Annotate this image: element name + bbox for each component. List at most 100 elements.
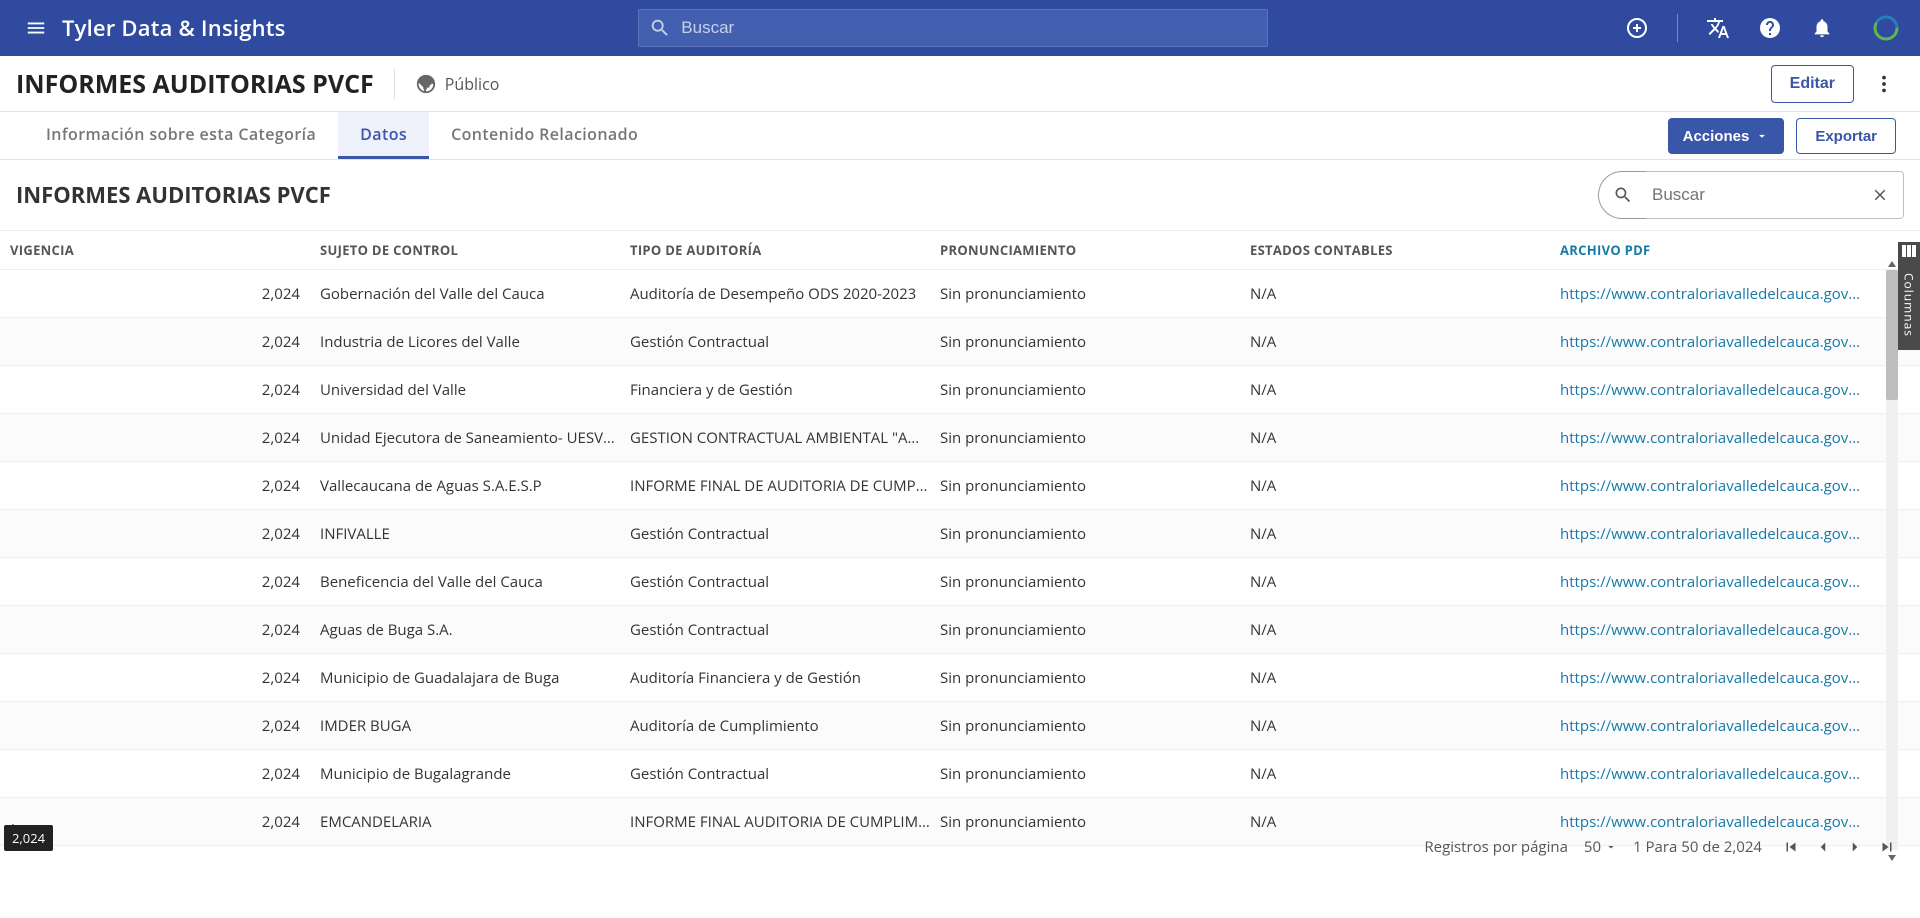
sub-title: INFORMES AUDITORIAS PVCF — [16, 180, 331, 210]
col-tipo[interactable]: TIPO DE AUDITORÍA — [630, 241, 940, 259]
col-pronunciamiento[interactable]: PRONUNCIAMIENTO — [940, 241, 1250, 259]
table-area: VIGENCIA SUJETO DE CONTROL TIPO DE AUDIT… — [0, 230, 1920, 867]
cell-archivo[interactable]: https://www.contraloriavalledelcauca.gov… — [1560, 572, 1860, 592]
cell-archivo[interactable]: https://www.contraloriavalledelcauca.gov… — [1560, 764, 1860, 784]
cell-estados: N/A — [1250, 524, 1560, 544]
cell-pronunciamiento: Sin pronunciamiento — [940, 476, 1250, 496]
columns-panel-icon[interactable] — [1898, 242, 1920, 260]
add-icon[interactable] — [1621, 12, 1653, 44]
col-vigencia[interactable]: VIGENCIA — [10, 241, 320, 259]
col-estados[interactable]: ESTADOS CONTABLES — [1250, 241, 1560, 259]
table-row[interactable]: 2,024Universidad del ValleFinanciera y d… — [0, 366, 1920, 414]
search-icon[interactable] — [1598, 171, 1646, 219]
org-logo[interactable] — [1868, 10, 1904, 46]
cell-tipo: Auditoría de Cumplimiento — [630, 716, 940, 736]
clear-search-icon[interactable] — [1856, 171, 1904, 219]
range-label: 1 Para 50 de 2,024 — [1633, 837, 1762, 857]
table-row[interactable]: 2,024IMDER BUGAAuditoría de Cumplimiento… — [0, 702, 1920, 750]
cell-archivo[interactable]: https://www.contraloriavalledelcauca.gov… — [1560, 332, 1860, 352]
columns-panel-label: Columnas — [1901, 273, 1918, 337]
cell-vigencia: 2,024 — [10, 332, 320, 352]
table-row[interactable]: 2,024Municipio de BugalagrandeGestión Co… — [0, 750, 1920, 798]
table-row[interactable]: 2,024Gobernación del Valle del CaucaAudi… — [0, 270, 1920, 318]
cell-archivo[interactable]: https://www.contraloriavalledelcauca.gov… — [1560, 716, 1860, 736]
global-search[interactable] — [638, 9, 1268, 47]
chevron-down-icon — [1605, 841, 1617, 853]
cell-archivo[interactable]: https://www.contraloriavalledelcauca.gov… — [1560, 620, 1860, 640]
cell-estados: N/A — [1250, 572, 1560, 592]
table-row[interactable]: 2,024Industria de Licores del ValleGesti… — [0, 318, 1920, 366]
cell-estados: N/A — [1250, 428, 1560, 448]
cell-archivo[interactable]: https://www.contraloriavalledelcauca.gov… — [1560, 380, 1860, 400]
cell-tipo: Gestión Contractual — [630, 620, 940, 640]
globe-icon — [415, 73, 437, 95]
cell-vigencia: 2,024 — [10, 716, 320, 736]
actions-button[interactable]: Acciones — [1668, 118, 1785, 154]
columns-panel-toggle[interactable]: Columnas — [1898, 260, 1920, 350]
cell-sujeto: Beneficencia del Valle del Cauca — [320, 572, 630, 592]
page-first-icon[interactable] — [1778, 836, 1804, 858]
tab-related[interactable]: Contenido Relacionado — [429, 112, 660, 159]
brand-title[interactable]: Tyler Data & Insights — [62, 13, 286, 43]
pagination: Registros por página 50 1 Para 50 de 2,0… — [1424, 827, 1900, 867]
scrollbar-thumb[interactable] — [1886, 270, 1898, 400]
cell-sujeto: Universidad del Valle — [320, 380, 630, 400]
tab-data[interactable]: Datos — [338, 112, 429, 159]
global-search-input[interactable] — [681, 18, 1257, 38]
cell-estados: N/A — [1250, 668, 1560, 688]
cell-archivo[interactable]: https://www.contraloriavalledelcauca.gov… — [1560, 284, 1860, 304]
cell-pronunciamiento: Sin pronunciamiento — [940, 332, 1250, 352]
title-bar: INFORMES AUDITORIAS PVCF Público Editar — [0, 56, 1920, 112]
tabs-row: Información sobre esta Categoría Datos C… — [0, 112, 1920, 160]
cell-archivo[interactable]: https://www.contraloriavalledelcauca.gov… — [1560, 428, 1860, 448]
cell-tipo: Gestión Contractual — [630, 572, 940, 592]
cell-pronunciamiento: Sin pronunciamiento — [940, 716, 1250, 736]
cell-sujeto: Aguas de Buga S.A. — [320, 620, 630, 640]
cell-sujeto: Vallecaucana de Aguas S.A.E.S.P — [320, 476, 630, 496]
table-row[interactable]: 2,024Vallecaucana de Aguas S.A.E.S.PINFO… — [0, 462, 1920, 510]
visibility-indicator[interactable]: Público — [415, 73, 500, 95]
col-sujeto[interactable]: SUJETO DE CONTROL — [320, 241, 630, 259]
cell-tipo: INFORME FINAL DE AUDITORIA DE CUMPLIMIEN… — [630, 476, 940, 496]
rpp-select[interactable]: 50 — [1584, 837, 1617, 857]
scrollbar-track[interactable] — [1886, 270, 1898, 850]
edit-button[interactable]: Editar — [1771, 65, 1854, 103]
cell-sujeto: IMDER BUGA — [320, 716, 630, 736]
help-icon[interactable] — [1754, 12, 1786, 44]
cell-vigencia: 2,024 — [10, 428, 320, 448]
table-row[interactable]: 2,024Municipio de Guadalajara de BugaAud… — [0, 654, 1920, 702]
cell-archivo[interactable]: https://www.contraloriavalledelcauca.gov… — [1560, 524, 1860, 544]
hamburger-menu-icon[interactable] — [16, 8, 56, 48]
cell-vigencia: 2,024 — [10, 668, 320, 688]
tab-info[interactable]: Información sobre esta Categoría — [24, 112, 338, 159]
more-icon[interactable] — [1864, 64, 1904, 104]
cell-tipo: Auditoría de Desempeño ODS 2020-2023 — [630, 284, 940, 304]
cell-estados: N/A — [1250, 764, 1560, 784]
cell-estados: N/A — [1250, 716, 1560, 736]
table-row[interactable]: 2,024Beneficencia del Valle del CaucaGes… — [0, 558, 1920, 606]
table-search — [1598, 171, 1904, 219]
translate-icon[interactable] — [1702, 12, 1734, 44]
page-prev-icon[interactable] — [1810, 836, 1836, 858]
table-row[interactable]: 2,024Unidad Ejecutora de Saneamiento- UE… — [0, 414, 1920, 462]
cell-pronunciamiento: Sin pronunciamiento — [940, 380, 1250, 400]
cell-estados: N/A — [1250, 284, 1560, 304]
col-archivo[interactable]: ARCHIVO PDF — [1560, 241, 1860, 259]
cell-sujeto: Municipio de Bugalagrande — [320, 764, 630, 784]
table-search-input[interactable] — [1646, 171, 1856, 219]
notifications-icon[interactable] — [1806, 12, 1838, 44]
export-button[interactable]: Exportar — [1796, 118, 1896, 154]
page-last-icon[interactable] — [1874, 836, 1900, 858]
cell-vigencia: 2,024 — [10, 620, 320, 640]
cell-archivo[interactable]: https://www.contraloriavalledelcauca.gov… — [1560, 476, 1860, 496]
page-title: INFORMES AUDITORIAS PVCF — [16, 67, 374, 101]
table-row[interactable]: 2,024Aguas de Buga S.A.Gestión Contractu… — [0, 606, 1920, 654]
table-header: VIGENCIA SUJETO DE CONTROL TIPO DE AUDIT… — [0, 230, 1920, 270]
cell-estados: N/A — [1250, 476, 1560, 496]
page-next-icon[interactable] — [1842, 836, 1868, 858]
cell-sujeto: Municipio de Guadalajara de Buga — [320, 668, 630, 688]
cell-archivo[interactable]: https://www.contraloriavalledelcauca.gov… — [1560, 668, 1860, 688]
table-row[interactable]: 2,024INFIVALLEGestión ContractualSin pro… — [0, 510, 1920, 558]
scroll-up-icon[interactable] — [1886, 258, 1898, 270]
actions-label: Acciones — [1683, 128, 1750, 145]
